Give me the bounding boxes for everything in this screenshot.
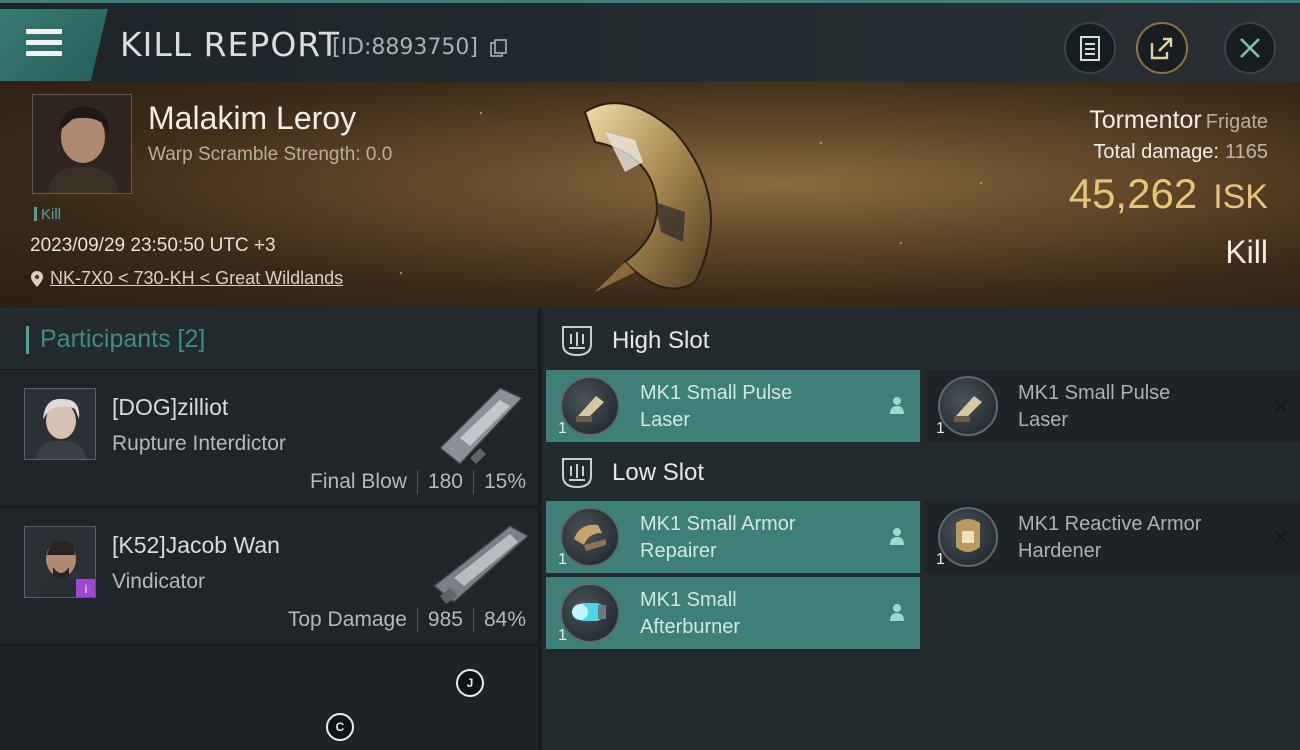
result-label: Kill <box>1225 234 1268 270</box>
overlay-marker-c: C <box>326 713 354 741</box>
module-name: MK1 Small Pulse Laser <box>1018 382 1171 431</box>
fitting-panel: High Slot 1 MK1 Small Pulse Laser 1 MK1 … <box>542 308 1300 750</box>
copy-icon[interactable] <box>490 39 508 57</box>
participant-name: [K52]Jacob Wan <box>112 532 280 558</box>
slot-icon <box>562 458 592 489</box>
total-damage-label: Total damage: <box>1093 141 1219 163</box>
low-slot-header: Low Slot <box>560 448 704 498</box>
x-icon: ✕ <box>1271 394 1290 419</box>
pilot-icon <box>890 604 904 621</box>
module-count: 1 <box>936 420 945 437</box>
participant-percent: 84% <box>483 608 526 631</box>
overlay-marker-j: J <box>456 669 484 697</box>
menu-icon <box>26 29 62 62</box>
close-button[interactable] <box>1224 22 1276 74</box>
participant-stats: Top Damage 985 84% <box>288 608 526 632</box>
module-icon <box>938 376 998 436</box>
victim-ship-class: Frigate <box>1205 111 1268 133</box>
slot-icon <box>562 326 592 357</box>
participant-ship-image <box>432 525 530 604</box>
pilot-icon <box>890 528 904 545</box>
menu-button[interactable] <box>0 9 108 81</box>
participant-ship-image <box>438 387 524 466</box>
victim-banner: Malakim Leroy Warp Scramble Strength: 0.… <box>0 82 1300 308</box>
module-item[interactable]: 1 MK1 Small Pulse Laser <box>546 370 920 442</box>
pilot-icon <box>890 397 904 414</box>
participant-role: Final Blow <box>310 470 407 493</box>
share-icon <box>1150 37 1173 60</box>
report-id: [ID:8893750] <box>332 35 478 60</box>
kill-location[interactable]: NK-7X0 < 730-KH < Great Wildlands <box>30 268 343 289</box>
avatar[interactable]: i <box>24 526 96 598</box>
participant-ship: Rupture Interdictor <box>112 432 286 455</box>
module-item[interactable]: 1 MK1 Small Armor Repairer <box>546 501 920 573</box>
kill-datetime: 2023/09/29 23:50:50 UTC +3 <box>30 235 276 256</box>
module-item[interactable]: 1 MK1 Small Afterburner <box>546 577 920 649</box>
victim-name: Malakim Leroy <box>148 100 357 136</box>
participant-row[interactable]: i [K52]Jacob Wan Vindicator Top Damage 9… <box>0 508 538 646</box>
participants-title: Participants [2] <box>40 325 206 353</box>
module-icon <box>938 507 998 567</box>
clipboard-icon <box>1080 36 1100 61</box>
page-title: KILL REPORT <box>120 25 340 64</box>
participants-header: Participants [2] <box>0 308 538 370</box>
victim-ship-image <box>583 102 712 292</box>
module-name: MK1 Small Armor Repairer <box>640 513 796 562</box>
participant-role: Top Damage <box>287 608 407 631</box>
participant-name: [DOG]zilliot <box>112 394 229 420</box>
low-slot-title: Low Slot <box>612 459 705 486</box>
participant-damage: 985 <box>427 608 463 631</box>
victim-portrait[interactable] <box>32 94 132 194</box>
module-count: 1 <box>558 420 567 437</box>
high-slot-title: High Slot <box>612 327 710 354</box>
info-badge: i <box>76 579 95 597</box>
participant-damage: 180 <box>427 470 463 493</box>
location-pin-icon <box>31 270 43 287</box>
module-name: MK1 Small Pulse Laser <box>640 382 793 431</box>
module-count: 1 <box>558 551 567 568</box>
participant-stats: Final Blow 180 15% <box>310 470 526 494</box>
victim-ship-name: Tormentor <box>1089 106 1202 134</box>
kill-tag: Kill <box>34 206 61 223</box>
participant-row[interactable]: [DOG]zilliot Rupture Interdictor Final B… <box>0 370 538 508</box>
module-count: 1 <box>558 627 567 644</box>
x-icon: ✕ <box>1271 525 1290 550</box>
participant-percent: 15% <box>483 470 526 493</box>
module-icon <box>560 507 620 567</box>
module-name: MK1 Reactive Armor Hardener <box>1018 513 1202 562</box>
victim-summary: Tormentor Frigate Total damage: 1165 45,26… <box>1069 106 1268 271</box>
clipboard-button[interactable] <box>1064 22 1116 74</box>
module-item[interactable]: 1 MK1 Small Pulse Laser ✕ <box>924 370 1300 442</box>
top-bar: KILL REPORT [ID:8893750] <box>0 0 1300 82</box>
module-icon <box>560 376 620 436</box>
total-damage-value: 1165 <box>1224 141 1268 163</box>
high-slot-header: High Slot <box>560 316 709 366</box>
participant-ship: Vindicator <box>112 570 206 593</box>
warp-scramble-strength: Warp Scramble Strength: 0.0 <box>148 144 393 165</box>
share-button[interactable] <box>1136 22 1188 74</box>
close-icon <box>1240 38 1260 58</box>
module-count: 1 <box>936 551 945 568</box>
location-link[interactable]: NK-7X0 < 730-KH < Great Wildlands <box>50 268 343 289</box>
module-item[interactable]: 1 MK1 Reactive Armor Hardener ✕ <box>924 501 1300 573</box>
isk-value: 45,262 <box>1068 170 1198 217</box>
avatar[interactable] <box>24 388 96 460</box>
isk-unit: ISK <box>1213 178 1268 216</box>
module-name: MK1 Small Afterburner <box>640 589 741 638</box>
module-icon <box>560 583 620 643</box>
